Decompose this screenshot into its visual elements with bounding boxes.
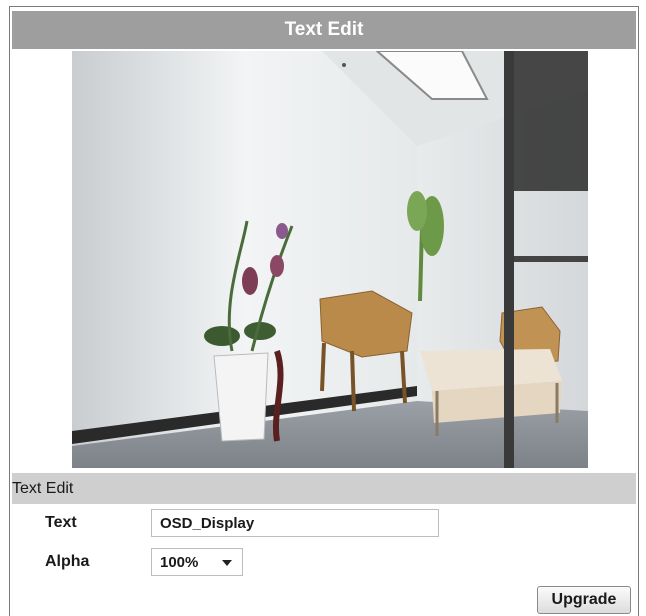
section-title: Text Edit <box>12 479 74 497</box>
alpha-label: Alpha <box>45 553 90 570</box>
osd-text-input[interactable] <box>151 509 439 537</box>
chevron-down-icon <box>222 560 232 566</box>
alpha-select-value: 100% <box>160 553 199 571</box>
page-title: Text Edit <box>284 19 364 40</box>
alpha-select[interactable]: 100% <box>151 548 243 576</box>
section-header: Text Edit <box>12 473 636 504</box>
title-bar: Text Edit <box>12 11 636 49</box>
text-label: Text <box>45 514 77 531</box>
camera-preview <box>72 51 588 468</box>
